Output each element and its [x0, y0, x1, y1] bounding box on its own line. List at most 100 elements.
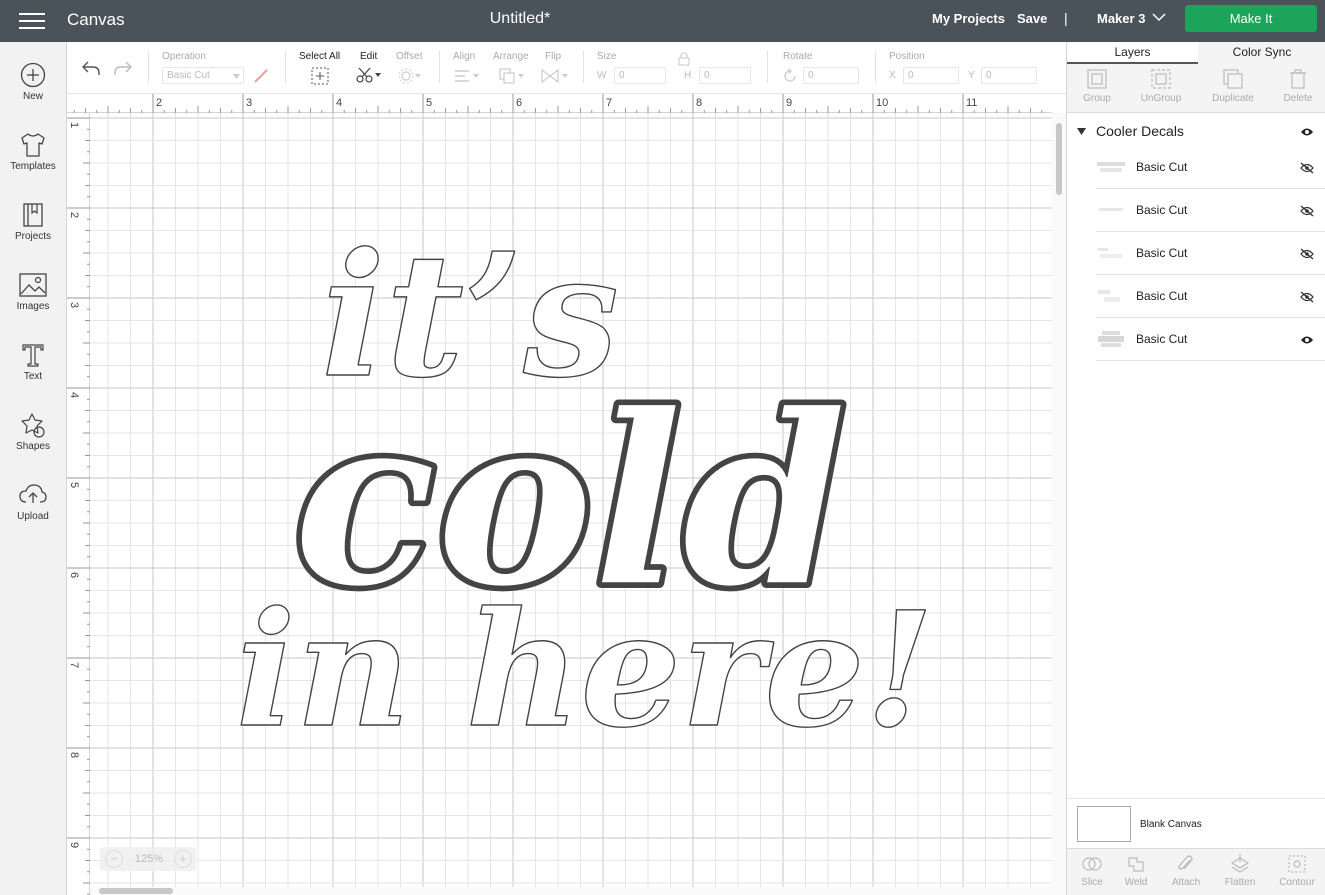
- vertical-scrollbar[interactable]: [1052, 113, 1066, 895]
- save-button[interactable]: Save: [1017, 11, 1047, 26]
- flip-icon[interactable]: [539, 67, 571, 85]
- horizontal-scrollbar[interactable]: [90, 887, 1052, 895]
- align-icon[interactable]: [453, 67, 481, 85]
- offset-icon[interactable]: [397, 67, 423, 85]
- select-all-icon[interactable]: [311, 67, 329, 85]
- ruler-top-label: 11: [966, 97, 977, 109]
- pos-y-label: Y: [968, 70, 975, 81]
- eye-hidden-icon[interactable]: [1300, 205, 1314, 217]
- zoom-out-button[interactable]: −: [105, 850, 123, 868]
- sidebar-item-shapes[interactable]: Shapes: [0, 412, 66, 474]
- contour-icon: [1288, 855, 1306, 873]
- blank-canvas-swatch[interactable]: [1077, 806, 1131, 842]
- eye-hidden-icon[interactable]: [1300, 248, 1314, 260]
- header-separator: |: [1064, 10, 1068, 26]
- sidebar-item-projects[interactable]: Projects: [0, 202, 66, 264]
- height-input[interactable]: 0: [699, 67, 751, 84]
- contour-button[interactable]: Contour: [1272, 854, 1322, 888]
- caret-down-icon[interactable]: [1077, 128, 1086, 135]
- eye-hidden-icon[interactable]: [1300, 291, 1314, 303]
- sidebar-item-images[interactable]: Images: [0, 272, 66, 334]
- layer-name: Basic Cut: [1136, 289, 1188, 303]
- zoom-control: − 125% +: [100, 847, 196, 871]
- design-text-in-here[interactable]: in here!: [235, 577, 935, 763]
- ruler-left-label: 3: [68, 302, 80, 308]
- weld-icon: [1128, 857, 1144, 872]
- ruler-top-label: 9: [786, 97, 792, 109]
- layer-row[interactable]: Basic Cut: [1096, 189, 1325, 232]
- image-icon: [19, 273, 47, 297]
- sidebar-item-upload[interactable]: Upload: [0, 482, 66, 544]
- eye-icon[interactable]: [1300, 127, 1314, 137]
- redo-icon[interactable]: [112, 58, 134, 78]
- ruler-top-label: 2: [156, 97, 162, 109]
- pos-x-label: X: [889, 70, 896, 81]
- machine-selector[interactable]: Maker 3: [1097, 11, 1145, 26]
- design-canvas[interactable]: it’s cold cold in here!: [90, 113, 1052, 887]
- document-title[interactable]: Untitled*: [0, 10, 1040, 28]
- rotate-icon[interactable]: [782, 68, 798, 84]
- flatten-button[interactable]: Flatten: [1215, 854, 1265, 888]
- undo-icon[interactable]: [80, 58, 102, 78]
- pos-x-input[interactable]: 0: [903, 67, 959, 84]
- horizontal-scroll-thumb[interactable]: [99, 888, 173, 894]
- sidebar-item-templates[interactable]: Templates: [0, 132, 66, 194]
- cooler-decal-design[interactable]: it’s cold cold in here!: [90, 113, 1052, 887]
- layer-row[interactable]: Basic Cut: [1096, 232, 1325, 275]
- zoom-in-button[interactable]: +: [174, 850, 192, 868]
- sidebar-item-new[interactable]: New: [0, 62, 66, 124]
- shapes-icon: [21, 413, 45, 438]
- arrange-icon[interactable]: [497, 67, 527, 85]
- weld-button[interactable]: Weld: [1111, 854, 1161, 888]
- make-it-button[interactable]: Make It: [1185, 5, 1317, 32]
- layer-row[interactable]: Basic Cut: [1096, 275, 1325, 318]
- group-icon: [1087, 69, 1107, 89]
- ruler-top: 23456789101112: [67, 94, 1052, 113]
- my-projects-link[interactable]: My Projects: [932, 11, 1005, 26]
- chevron-down-icon[interactable]: [1152, 12, 1166, 22]
- edit-scissors-icon[interactable]: [355, 66, 383, 84]
- pos-x-value: 0: [908, 70, 914, 81]
- flip-label: Flip: [545, 51, 562, 62]
- width-input[interactable]: 0: [614, 67, 666, 84]
- ruler-top-label: 10: [876, 97, 888, 109]
- ungroup-button[interactable]: UnGroup: [1131, 68, 1191, 104]
- sidebar-item-text[interactable]: Text: [0, 342, 66, 404]
- tab-layers[interactable]: Layers: [1067, 42, 1198, 64]
- sidebar-item-label: Templates: [10, 161, 56, 172]
- width-label: W: [597, 70, 607, 81]
- size-label: Size: [597, 51, 617, 62]
- ruler-top-label: 4: [336, 97, 342, 109]
- ruler-top-label: 3: [246, 97, 252, 109]
- group-button[interactable]: Group: [1067, 68, 1127, 104]
- ruler-left-label: 5: [68, 482, 80, 488]
- projects-icon: [23, 203, 43, 227]
- ruler-left-label: 9: [68, 842, 80, 848]
- ruler-left-label: 1: [68, 122, 80, 128]
- vertical-scroll-thumb[interactable]: [1056, 123, 1062, 195]
- layer-group-row[interactable]: Cooler Decals: [1067, 120, 1325, 144]
- attach-button[interactable]: Attach: [1161, 854, 1211, 888]
- rotate-input[interactable]: 0: [803, 67, 859, 84]
- blank-canvas-row: Blank Canvas: [1067, 798, 1325, 848]
- eye-hidden-icon[interactable]: [1300, 162, 1314, 174]
- pos-y-input[interactable]: 0: [981, 67, 1037, 84]
- pen-color-icon[interactable]: [252, 67, 270, 85]
- lock-icon[interactable]: [678, 52, 690, 66]
- weld-label: Weld: [1124, 877, 1148, 888]
- position-label: Position: [889, 51, 925, 62]
- ruler-left: 1 2 3 4 5 6 7 8 9: [67, 113, 90, 895]
- layer-row[interactable]: Basic Cut: [1096, 318, 1325, 361]
- delete-button[interactable]: Delete: [1268, 68, 1325, 104]
- layer-row[interactable]: Basic Cut: [1096, 146, 1325, 189]
- tab-color-sync[interactable]: Color Sync: [1198, 42, 1325, 64]
- caret-down-icon: [233, 74, 240, 79]
- duplicate-button[interactable]: Duplicate: [1203, 68, 1263, 104]
- layer-name: Basic Cut: [1136, 203, 1188, 217]
- arrange-label: Arrange: [493, 51, 529, 62]
- layers-panel: Layers Color Sync Group UnGroup Duplicat…: [1066, 42, 1325, 895]
- slice-button[interactable]: Slice: [1067, 854, 1117, 888]
- contour-label: Contour: [1279, 877, 1315, 888]
- operation-select[interactable]: Basic Cut: [162, 67, 244, 84]
- eye-icon[interactable]: [1300, 335, 1314, 345]
